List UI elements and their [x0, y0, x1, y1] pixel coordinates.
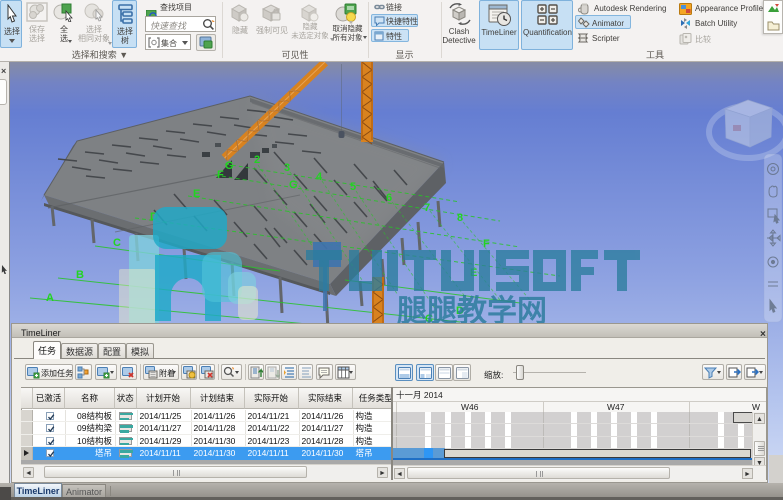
svg-text:5: 5	[350, 181, 356, 193]
svg-text:A: A	[46, 292, 54, 304]
svg-text:F: F	[217, 169, 224, 181]
svg-text:G: G	[289, 179, 298, 191]
svg-text:E: E	[193, 188, 200, 200]
svg-text:2: 2	[254, 154, 260, 166]
svg-text:C: C	[113, 237, 121, 249]
svg-text:4: 4	[316, 171, 323, 183]
svg-text:8: 8	[457, 212, 463, 224]
svg-text:3: 3	[284, 162, 290, 174]
svg-text:G: G	[225, 160, 234, 172]
svg-text:7: 7	[424, 202, 430, 214]
svg-text:F: F	[483, 238, 490, 250]
svg-text:6: 6	[386, 192, 392, 204]
svg-text:B: B	[76, 269, 84, 281]
